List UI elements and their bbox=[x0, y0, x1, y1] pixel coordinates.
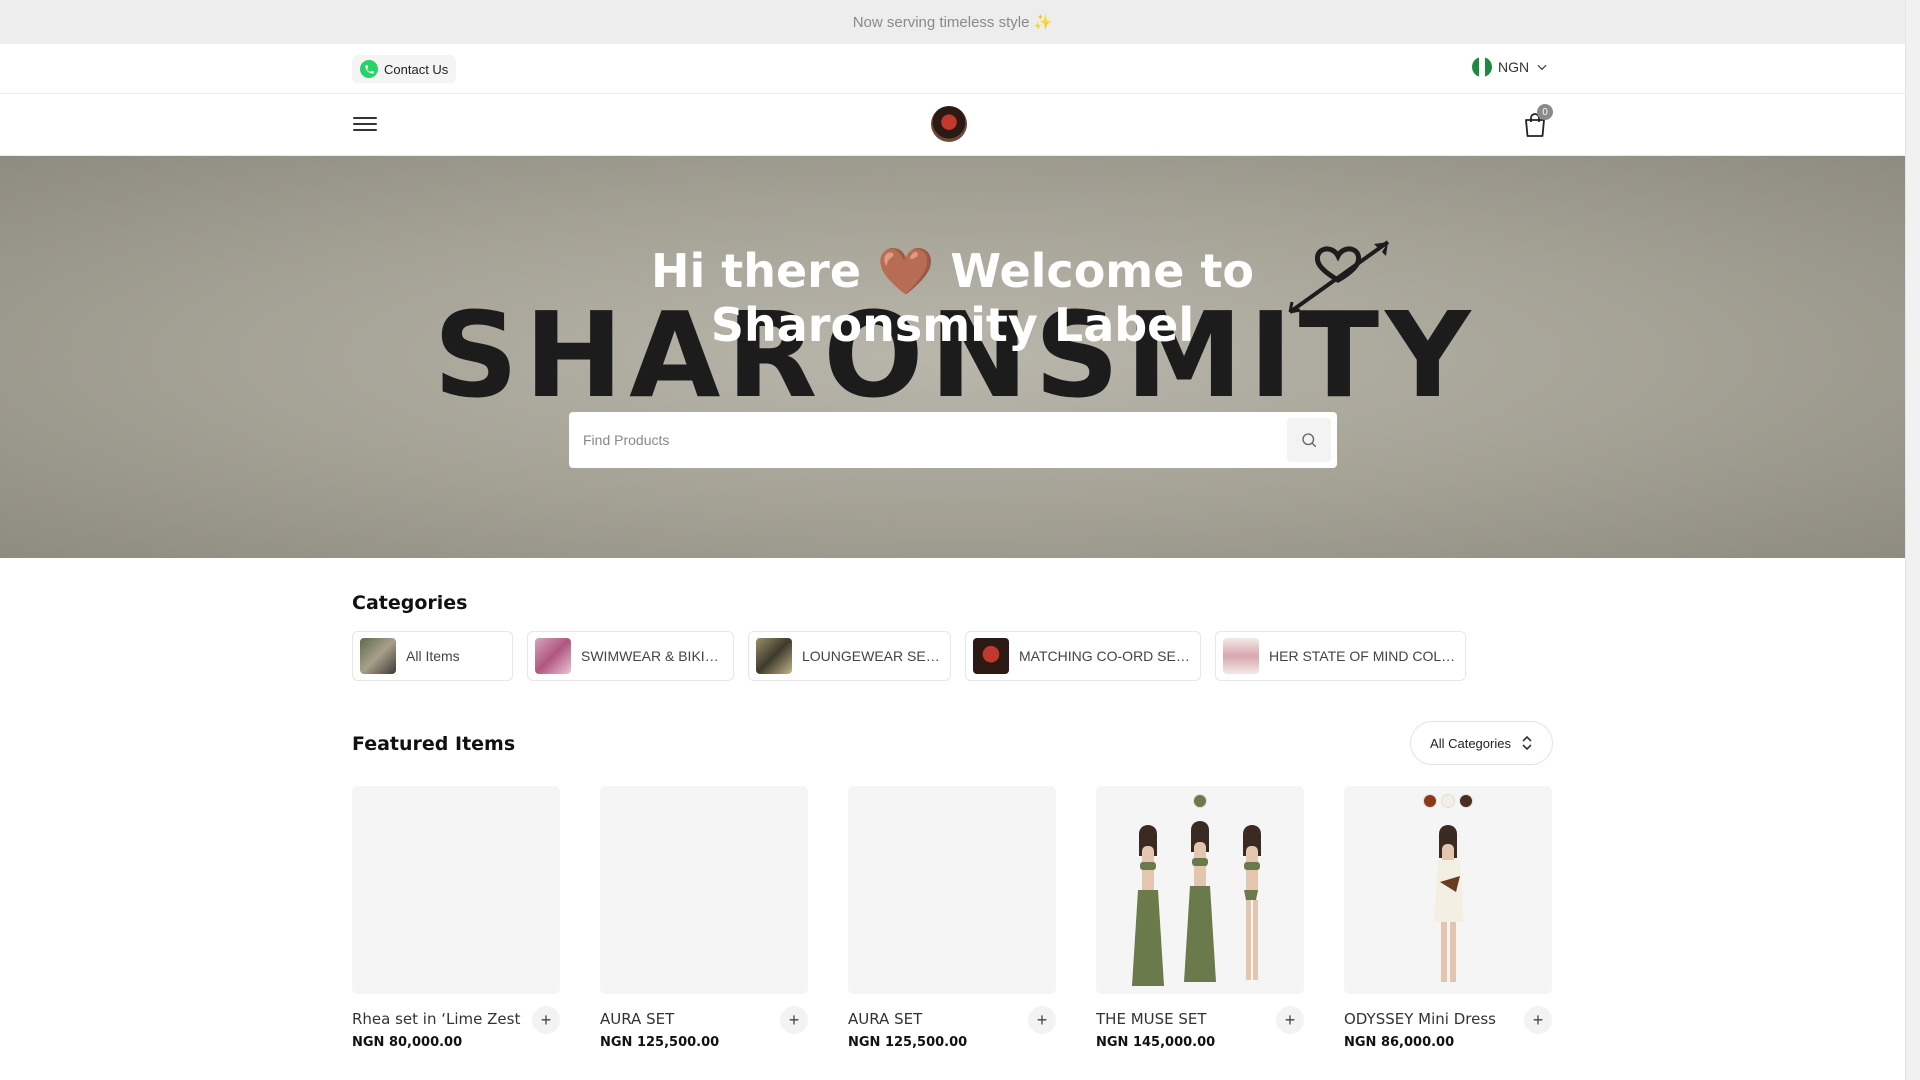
product-price: NGN 125,500.00 bbox=[600, 1035, 720, 1050]
add-to-cart-button[interactable]: + bbox=[1524, 1006, 1552, 1034]
add-to-cart-button[interactable]: + bbox=[532, 1006, 560, 1034]
plus-icon: + bbox=[540, 1009, 552, 1030]
product-price: NGN 80,000.00 bbox=[352, 1035, 463, 1050]
category-all-items[interactable]: All Items bbox=[352, 631, 513, 681]
search-icon bbox=[1302, 433, 1317, 448]
chevron-up-down-icon bbox=[1522, 736, 1532, 750]
category-swimwear[interactable]: SWIMWEAR & BIKINI SETS bbox=[527, 631, 734, 681]
search-button[interactable] bbox=[1287, 418, 1331, 462]
product-name[interactable]: AURA SET bbox=[848, 1010, 1018, 1028]
product-grid: Rhea set in ‘Lime Zest’ NGN 80,000.00 + … bbox=[352, 786, 1552, 1056]
product-price: NGN 125,500.00 bbox=[848, 1035, 968, 1050]
announcement-bar: Now serving timeless style ✨ bbox=[0, 0, 1905, 44]
category-thumbnail bbox=[1223, 638, 1259, 674]
search-bar bbox=[569, 412, 1337, 468]
color-swatch[interactable] bbox=[1193, 794, 1207, 808]
product-image[interactable] bbox=[352, 786, 560, 994]
plus-icon: + bbox=[788, 1009, 800, 1030]
cart-count-badge: 0 bbox=[1537, 104, 1553, 120]
color-swatch[interactable] bbox=[1441, 794, 1455, 808]
brand-logo[interactable] bbox=[931, 106, 967, 142]
search-input[interactable] bbox=[583, 426, 1263, 454]
model-illustration bbox=[1434, 825, 1464, 982]
category-label: All Items bbox=[406, 648, 460, 664]
nav-bar: 0 bbox=[0, 94, 1905, 156]
product-image[interactable] bbox=[1096, 786, 1304, 994]
plus-icon: + bbox=[1532, 1009, 1544, 1030]
category-thumbnail bbox=[360, 638, 396, 674]
add-to-cart-button[interactable]: + bbox=[1276, 1006, 1304, 1034]
category-label: LOUNGEWEAR SETS bbox=[802, 648, 943, 664]
hero-title: Hi there 🤎 Welcome to Sharonsmity Label bbox=[600, 244, 1305, 352]
product-name[interactable]: ODYSSEY Mini Dress bbox=[1344, 1010, 1514, 1028]
product-card[interactable]: Rhea set in ‘Lime Zest’ NGN 80,000.00 + bbox=[352, 786, 560, 1056]
announcement-text: Now serving timeless style ✨ bbox=[852, 14, 1053, 31]
category-label: SWIMWEAR & BIKINI SETS bbox=[581, 648, 726, 664]
category-filter-label: All Categories bbox=[1430, 735, 1511, 751]
product-image[interactable] bbox=[848, 786, 1056, 994]
product-image[interactable] bbox=[1344, 786, 1552, 994]
hero-title-line2: Sharonsmity Label bbox=[710, 298, 1195, 352]
category-thumbnail bbox=[973, 638, 1009, 674]
category-loungewear[interactable]: LOUNGEWEAR SETS bbox=[748, 631, 951, 681]
product-card[interactable]: AURA SET NGN 125,500.00 + bbox=[600, 786, 808, 1056]
product-name[interactable]: AURA SET bbox=[600, 1010, 770, 1028]
top-bar: Contact Us NGN bbox=[0, 44, 1905, 94]
add-to-cart-button[interactable]: + bbox=[780, 1006, 808, 1034]
contact-us-label: Contact Us bbox=[384, 61, 449, 77]
product-price: NGN 145,000.00 bbox=[1096, 1035, 1216, 1050]
product-card[interactable]: ODYSSEY Mini Dress NGN 86,000.00 + bbox=[1344, 786, 1552, 1056]
product-name[interactable]: THE MUSE SET bbox=[1096, 1010, 1266, 1028]
currency-label: NGN bbox=[1498, 59, 1530, 75]
model-illustration bbox=[1132, 821, 1261, 986]
color-swatches bbox=[1096, 794, 1304, 808]
plus-icon: + bbox=[1036, 1009, 1048, 1030]
hero-title-line1: Hi there 🤎 Welcome to bbox=[650, 244, 1255, 298]
category-thumbnail bbox=[535, 638, 571, 674]
currency-selector[interactable]: NGN bbox=[1472, 57, 1549, 77]
product-name[interactable]: Rhea set in ‘Lime Zest’ bbox=[352, 1010, 522, 1028]
chevron-down-icon bbox=[1537, 64, 1547, 71]
category-thumbnail bbox=[756, 638, 792, 674]
product-card[interactable]: THE MUSE SET NGN 145,000.00 + bbox=[1096, 786, 1304, 1056]
plus-icon: + bbox=[1284, 1009, 1296, 1030]
color-swatch[interactable] bbox=[1423, 794, 1437, 808]
add-to-cart-button[interactable]: + bbox=[1028, 1006, 1056, 1034]
category-co-ord-sets[interactable]: MATCHING CO-ORD SETS bbox=[965, 631, 1201, 681]
whatsapp-icon bbox=[360, 60, 378, 78]
category-label: HER STATE OF MIND COLLECTION bbox=[1269, 648, 1458, 664]
product-price: NGN 86,000.00 bbox=[1344, 1035, 1455, 1050]
page-scrollbar[interactable] bbox=[1905, 0, 1920, 1080]
product-card[interactable]: AURA SET NGN 125,500.00 + bbox=[848, 786, 1056, 1056]
contact-us-button[interactable]: Contact Us bbox=[352, 55, 457, 83]
product-image[interactable] bbox=[600, 786, 808, 994]
category-her-state-of-mind[interactable]: HER STATE OF MIND COLLECTION bbox=[1215, 631, 1466, 681]
category-label: MATCHING CO-ORD SETS bbox=[1019, 648, 1193, 664]
featured-items-title: Featured Items bbox=[352, 733, 516, 755]
nigeria-flag-icon bbox=[1472, 57, 1492, 77]
categories-title: Categories bbox=[352, 592, 468, 614]
hero-banner: SHARONSMITY Hi there 🤎 Welcome to Sharon… bbox=[0, 156, 1905, 558]
hamburger-menu-icon[interactable] bbox=[353, 114, 377, 134]
color-swatch[interactable] bbox=[1459, 794, 1473, 808]
color-swatches bbox=[1344, 794, 1552, 808]
category-filter-dropdown[interactable]: All Categories bbox=[1410, 721, 1553, 765]
category-list: All Items SWIMWEAR & BIKINI SETS LOUNGEW… bbox=[352, 631, 1466, 681]
